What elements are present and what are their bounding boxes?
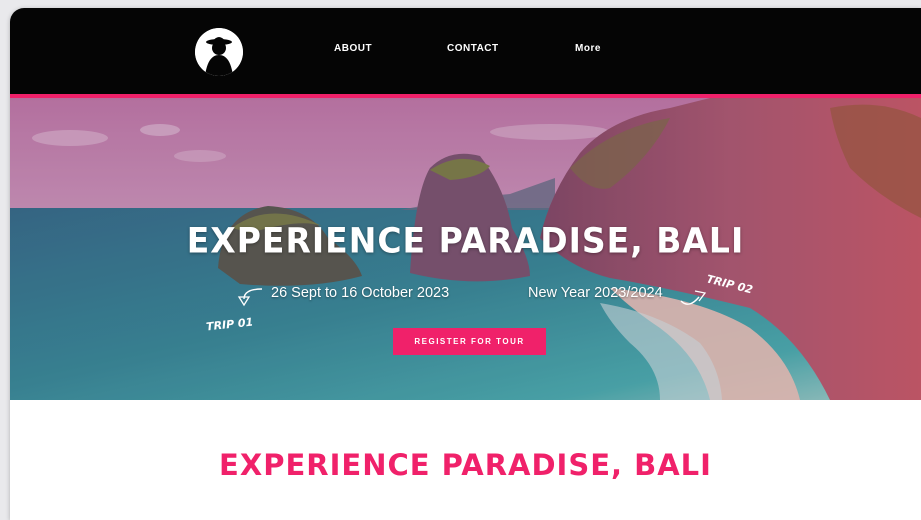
nav-link-contact[interactable]: CONTACT [447, 43, 499, 54]
trip1-arrow-icon [237, 288, 263, 307]
top-nav: ABOUT CONTACT More [10, 8, 921, 94]
trip1-dates: 26 Sept to 16 October 2023 [271, 285, 450, 301]
logo-icon[interactable] [195, 28, 243, 76]
trip2-dates: New Year 2023/2024 [528, 285, 663, 301]
website-frame: ABOUT CONTACT More EXPERIENCE PARADISE, … [10, 8, 921, 520]
hero-title: EXPERIENCE PARADISE, BALI [186, 220, 745, 261]
nav-link-more[interactable]: More [575, 43, 601, 54]
hero-banner: EXPERIENCE PARADISE, BALI 26 Sept to 16 … [10, 98, 921, 400]
trip2-arrow-icon [680, 290, 707, 305]
register-for-tour-button[interactable]: REGISTER FOR TOUR [393, 328, 546, 355]
section-title: EXPERIENCE PARADISE, BALI [219, 448, 712, 482]
nav-link-about[interactable]: ABOUT [334, 43, 372, 54]
